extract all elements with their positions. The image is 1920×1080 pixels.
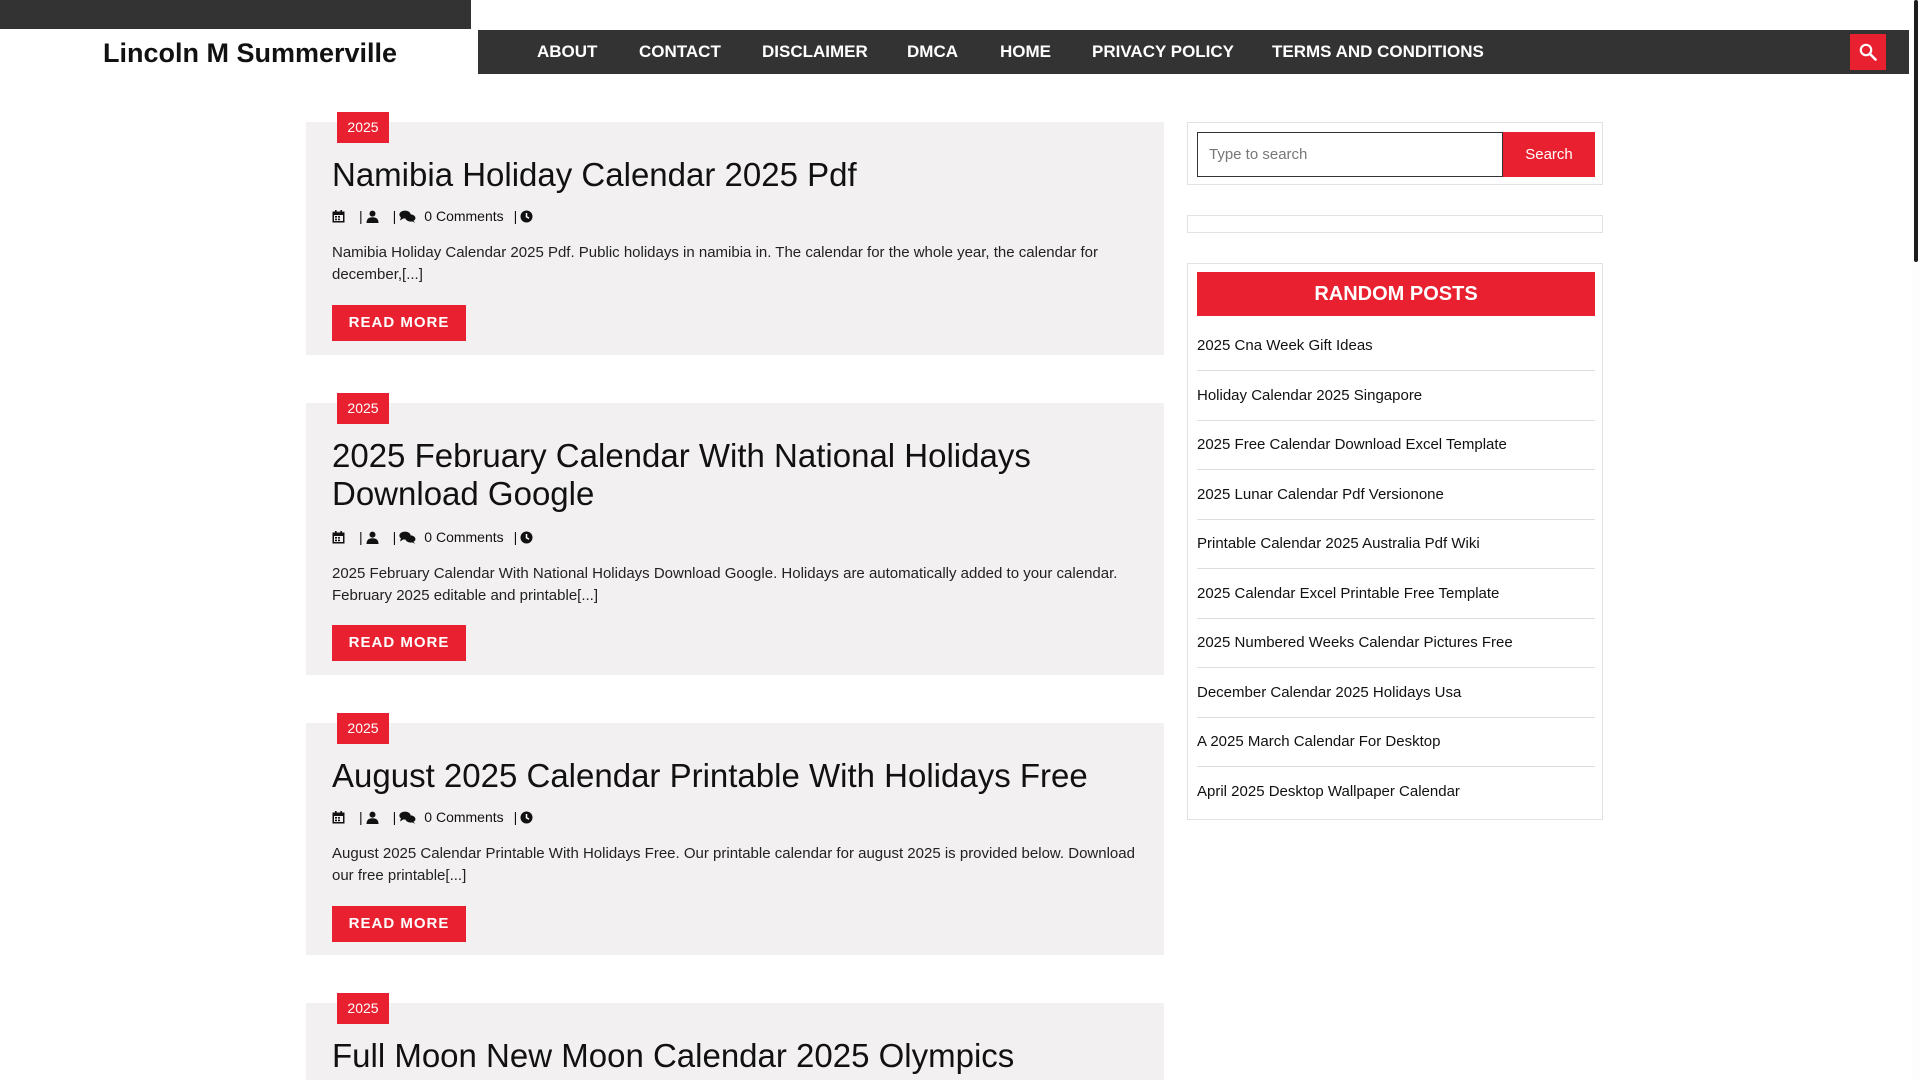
random-post-link[interactable]: December Calendar 2025 Holidays Usa [1197, 668, 1595, 718]
scrollbar-thumb[interactable] [1914, 0, 1918, 262]
calendar-icon [332, 810, 345, 823]
nav-item-terms-and-conditions[interactable]: TERMS AND CONDITIONS [1272, 30, 1484, 74]
nav-item-disclaimer[interactable]: DISCLAIMER [762, 30, 868, 74]
user-icon [366, 210, 379, 223]
comments-icon [399, 210, 416, 223]
site-title[interactable]: Lincoln M Summerville [103, 38, 397, 69]
random-post-link[interactable]: April 2025 Desktop Wallpaper Calendar [1197, 767, 1595, 817]
nav-item-home[interactable]: HOME [1000, 30, 1051, 74]
search-icon [1859, 43, 1877, 61]
search-widget: Search [1187, 122, 1603, 185]
random-post-link[interactable]: 2025 Calendar Excel Printable Free Templ… [1197, 569, 1595, 619]
category-badge[interactable]: 2025 [337, 713, 389, 744]
random-post-link[interactable]: 2025 Free Calendar Download Excel Templa… [1197, 420, 1595, 470]
clock-icon [520, 210, 533, 222]
post-meta: | | 0 Comments | [332, 207, 533, 225]
random-posts-title: RANDOM POSTS [1197, 272, 1595, 316]
clock-icon [520, 811, 533, 823]
post-meta: | | 0 Comments | [332, 528, 533, 546]
random-post-link[interactable]: Holiday Calendar 2025 Singapore [1197, 371, 1595, 421]
page-scrollbar[interactable] [1912, 0, 1920, 1080]
post-meta: | | 0 Comments | [332, 808, 533, 826]
comments-count[interactable]: 0 Comments [424, 208, 503, 224]
search-button[interactable]: Search [1503, 132, 1595, 177]
nav-search-button[interactable] [1850, 34, 1886, 70]
post-excerpt: 2025 February Calendar With National Hol… [332, 565, 1118, 604]
nav-item-contact[interactable]: CONTACT [639, 30, 721, 74]
nav-item-privacy-policy[interactable]: PRIVACY POLICY [1092, 30, 1234, 74]
read-more-button[interactable]: READ MORE [332, 906, 466, 942]
read-more-button[interactable]: READ MORE [332, 625, 466, 661]
random-post-link[interactable]: A 2025 March Calendar For Desktop [1197, 717, 1595, 767]
post-excerpt: Namibia Holiday Calendar 2025 Pdf. Publi… [332, 244, 1098, 283]
calendar-icon [332, 209, 345, 222]
random-post-link[interactable]: 2025 Cna Week Gift Ideas [1197, 321, 1595, 371]
post-card: 2025 Full Moon New Moon Calendar 2025 Ol… [306, 993, 1164, 1080]
nav-item-dmca[interactable]: DMCA [907, 30, 958, 74]
random-post-link[interactable]: 2025 Lunar Calendar Pdf Versionone [1197, 470, 1595, 520]
calendar-icon [332, 530, 345, 543]
search-input[interactable] [1197, 132, 1503, 177]
nav-item-about[interactable]: ABOUT [537, 30, 597, 74]
post-excerpt: August 2025 Calendar Printable With Holi… [332, 845, 1135, 884]
post-title[interactable]: Namibia Holiday Calendar 2025 Pdf [332, 156, 1132, 194]
clock-icon [520, 531, 533, 543]
post-title[interactable]: 2025 February Calendar With National Hol… [332, 437, 1132, 513]
comments-count[interactable]: 0 Comments [424, 529, 503, 545]
category-badge[interactable]: 2025 [337, 993, 389, 1024]
comments-icon [399, 811, 416, 824]
user-icon [366, 811, 379, 824]
read-more-button[interactable]: READ MORE [332, 305, 466, 341]
random-post-link[interactable]: Printable Calendar 2025 Australia Pdf Wi… [1197, 519, 1595, 569]
post-card: 2025 Namibia Holiday Calendar 2025 Pdf |… [306, 112, 1164, 355]
main-navigation: ABOUT CONTACT DISCLAIMER DMCA HOME PRIVA… [478, 30, 1909, 74]
comments-icon [399, 531, 416, 544]
random-posts-widget: RANDOM POSTS 2025 Cna Week Gift Ideas Ho… [1187, 263, 1603, 820]
random-post-link[interactable]: 2025 Numbered Weeks Calendar Pictures Fr… [1197, 618, 1595, 668]
comments-count[interactable]: 0 Comments [424, 809, 503, 825]
category-badge[interactable]: 2025 [337, 112, 389, 143]
post-card: 2025 2025 February Calendar With Nationa… [306, 393, 1164, 675]
post-title[interactable]: August 2025 Calendar Printable With Holi… [332, 757, 1132, 795]
empty-widget [1187, 215, 1603, 233]
user-icon [366, 531, 379, 544]
post-card: 2025 August 2025 Calendar Printable With… [306, 713, 1164, 955]
topbar-strip [0, 0, 471, 29]
category-badge[interactable]: 2025 [337, 393, 389, 424]
post-title[interactable]: Full Moon New Moon Calendar 2025 Olympic… [332, 1037, 1132, 1075]
